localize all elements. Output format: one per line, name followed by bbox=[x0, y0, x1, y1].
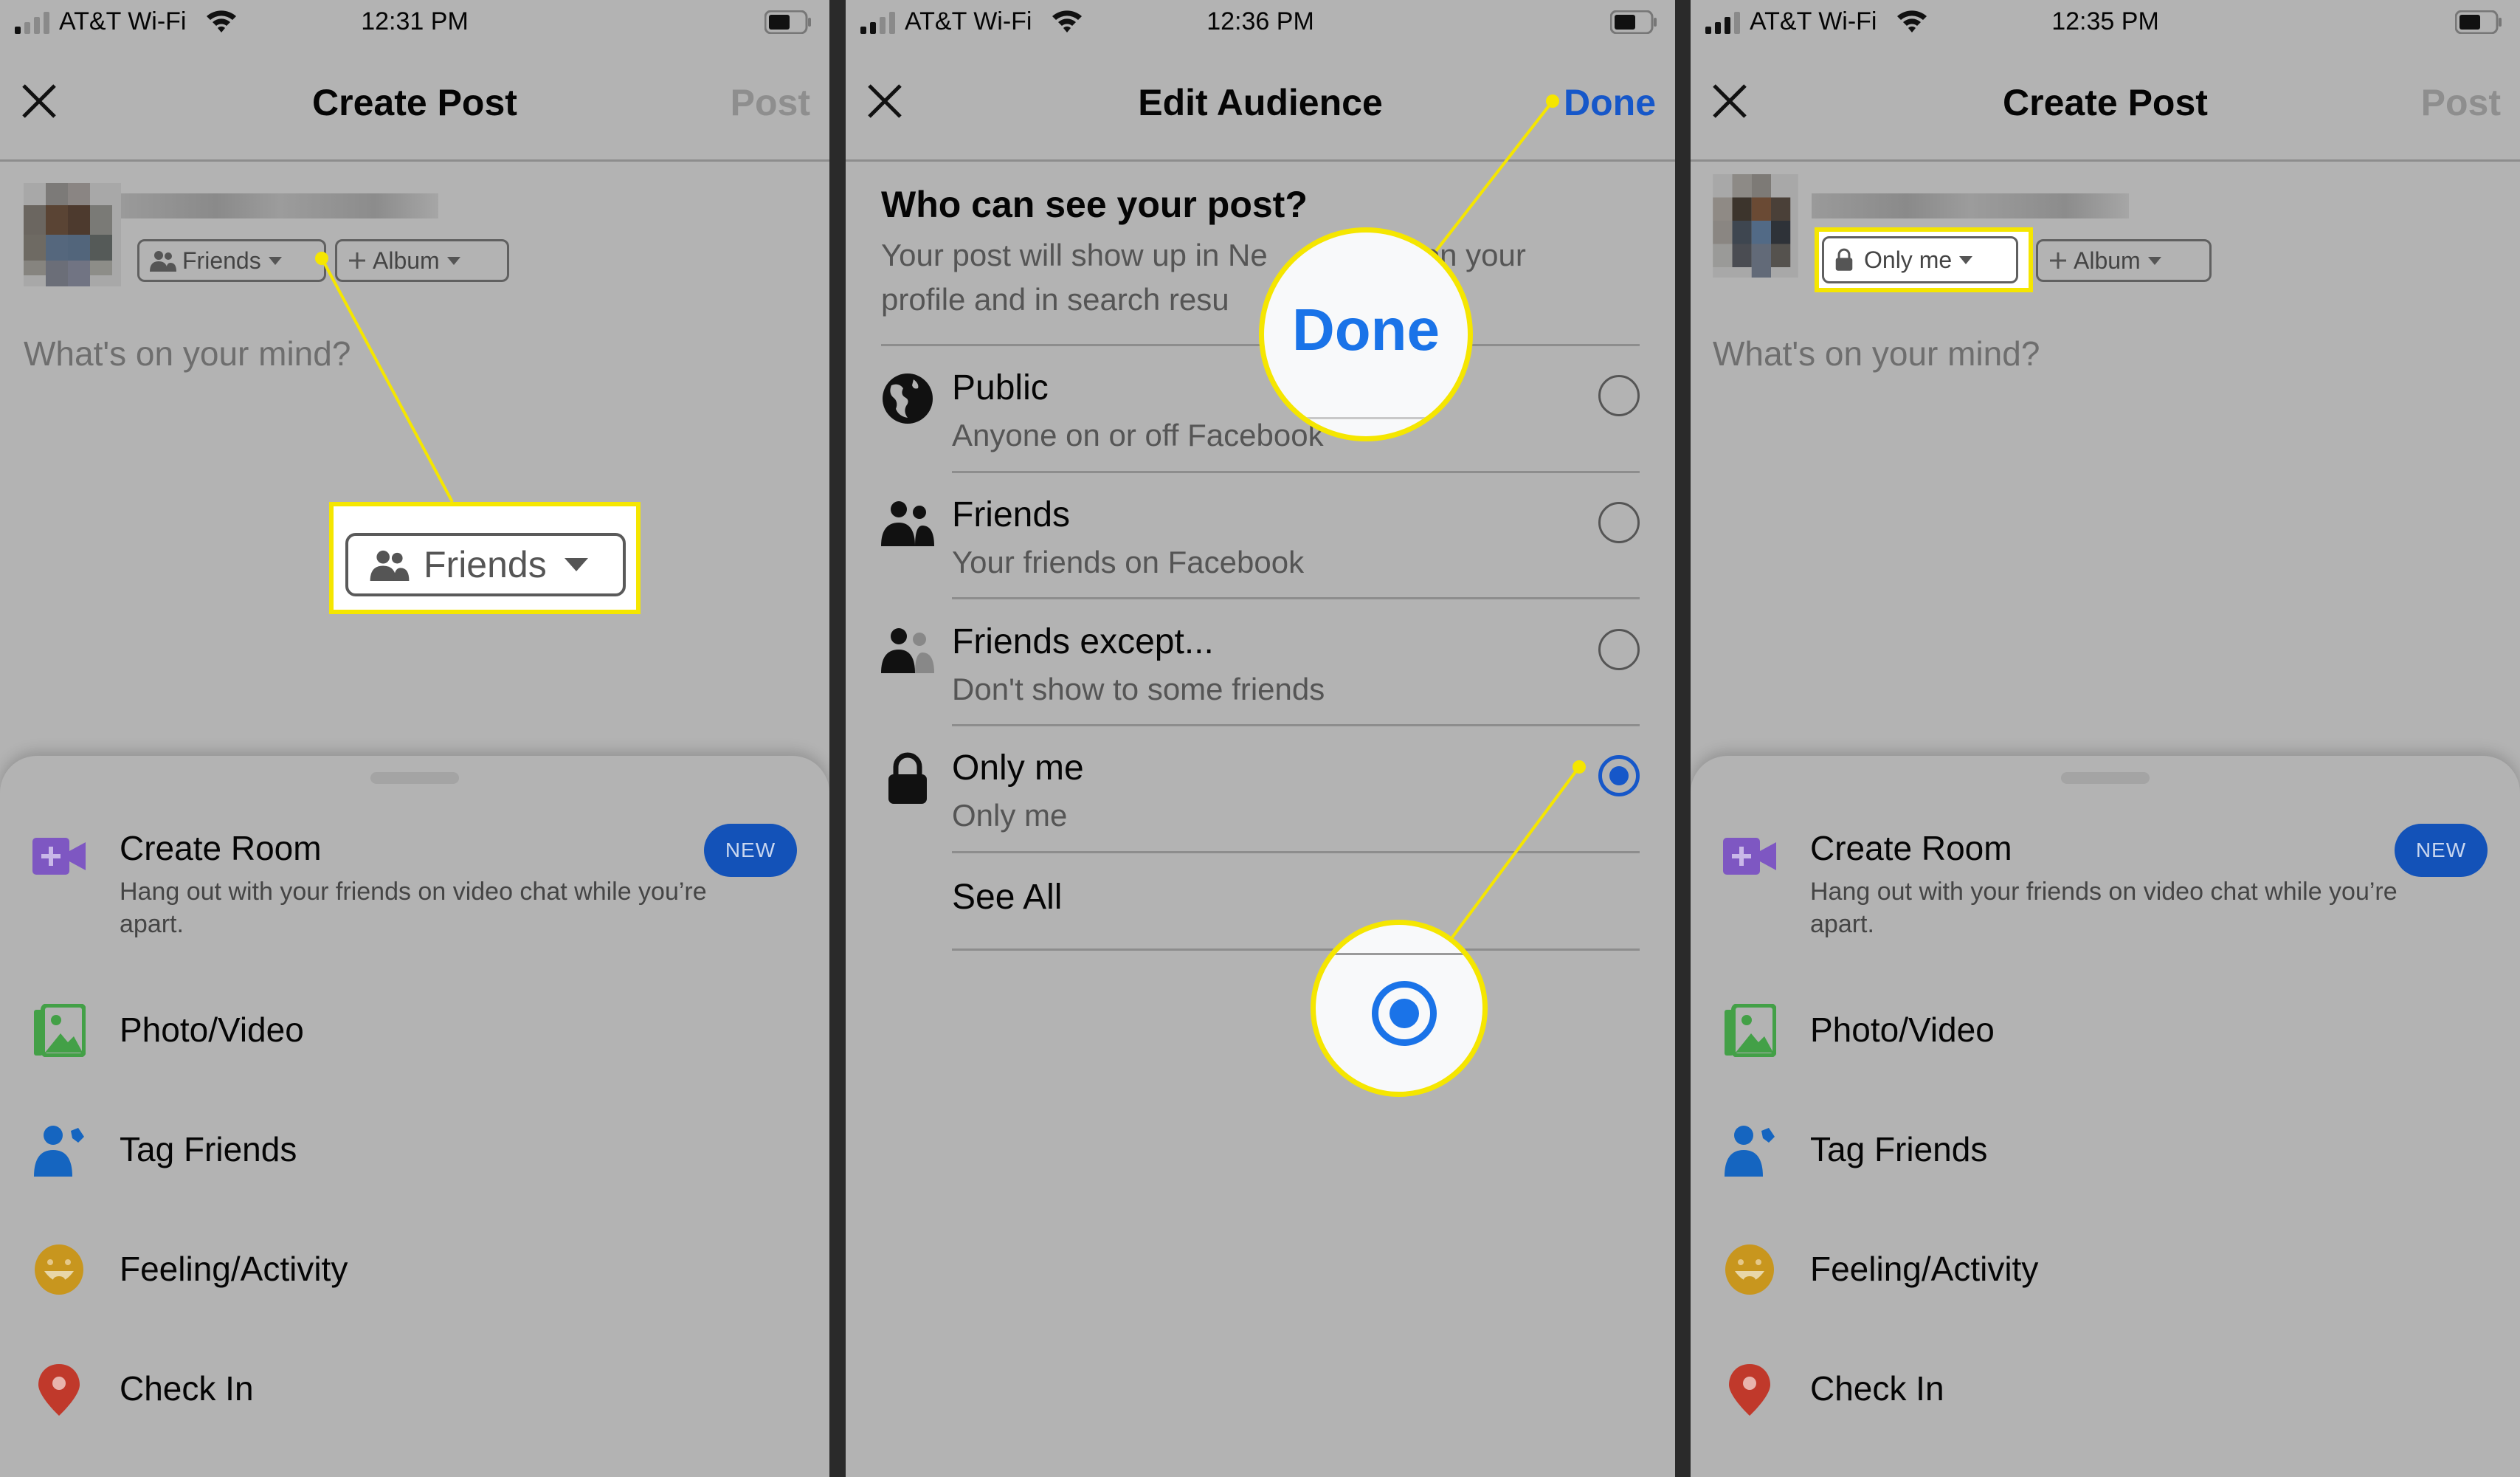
video-plus-icon bbox=[32, 838, 86, 875]
new-badge: NEW bbox=[2395, 824, 2488, 877]
user-name-blurred bbox=[1812, 193, 2129, 218]
photo-icon bbox=[34, 1004, 86, 1057]
nav-bar: Create Post Post bbox=[1691, 59, 2520, 162]
feeling-activity-label: Feeling/Activity bbox=[1810, 1250, 2039, 1288]
check-in-label: Check In bbox=[120, 1369, 254, 1408]
composer-actions-sheet: Create Room Hang out with your friends o… bbox=[0, 756, 829, 1477]
friends-callout-pill: Friends bbox=[345, 533, 626, 596]
check-in-label: Check In bbox=[1810, 1369, 1944, 1408]
create-room-subtitle: Hang out with your friends on video chat… bbox=[1810, 878, 2398, 938]
post-button[interactable]: Post bbox=[2421, 81, 2501, 124]
divider bbox=[1316, 953, 1482, 955]
panel-create-post-only-me: AT&T Wi-Fi 12:35 PM Create Post Post Onl… bbox=[1691, 0, 2520, 1477]
magnified-done-label: Done bbox=[1292, 297, 1440, 362]
done-magnifier: Done bbox=[1259, 227, 1473, 441]
feeling-activity-label: Feeling/Activity bbox=[120, 1250, 348, 1288]
sheet-item-check-in[interactable]: Check In bbox=[1691, 1363, 2520, 1444]
friends-icon bbox=[370, 550, 410, 581]
composer-actions-sheet: Create Room Hang out with your friends o… bbox=[1691, 756, 2520, 1477]
clock: 12:35 PM bbox=[2051, 7, 2159, 35]
divider bbox=[1294, 417, 1453, 419]
create-room-label: Create Room bbox=[120, 829, 322, 867]
sheet-item-feeling-activity[interactable]: Feeling/Activity bbox=[0, 1243, 829, 1324]
callout-connector bbox=[1435, 94, 1586, 939]
magnified-radio-selected bbox=[1372, 981, 1437, 1046]
location-pin-icon bbox=[38, 1364, 80, 1416]
status-bar: AT&T Wi-Fi 12:35 PM bbox=[1691, 0, 2520, 47]
sheet-item-create-room[interactable]: Create Room Hang out with your friends o… bbox=[1691, 822, 2520, 970]
panel-create-post-friends: AT&T Wi-Fi 12:31 PM Create Post Post Fri… bbox=[0, 0, 829, 1477]
album-selector[interactable]: Album bbox=[2036, 239, 2212, 282]
sheet-item-feeling-activity[interactable]: Feeling/Activity bbox=[1691, 1243, 2520, 1324]
sheet-item-tag-friends[interactable]: Tag Friends bbox=[1691, 1123, 2520, 1205]
sheet-item-create-room[interactable]: Create Room Hang out with your friends o… bbox=[0, 822, 829, 970]
album-label: Album bbox=[2074, 247, 2141, 274]
plus-icon bbox=[2050, 252, 2066, 269]
new-badge: NEW bbox=[704, 824, 797, 877]
friends-callout-highlight: Friends bbox=[329, 502, 641, 614]
sheet-grabber[interactable] bbox=[2061, 772, 2150, 784]
radio-magnifier bbox=[1311, 920, 1488, 1097]
tag-friends-icon bbox=[34, 1126, 84, 1177]
audience-label: Only me bbox=[1864, 246, 1953, 273]
photo-video-label: Photo/Video bbox=[120, 1011, 304, 1049]
audience-selector[interactable]: Only me bbox=[1822, 236, 2018, 283]
tag-friends-label: Tag Friends bbox=[120, 1130, 297, 1168]
avatar bbox=[1713, 174, 1798, 278]
caret-down-icon bbox=[2147, 256, 2161, 265]
callout-label: Friends bbox=[424, 544, 547, 585]
smiley-icon bbox=[35, 1244, 83, 1295]
sheet-item-photo-video[interactable]: Photo/Video bbox=[0, 1004, 829, 1085]
panel-edit-audience: AT&T Wi-Fi 12:36 PM Edit Audience Done W… bbox=[846, 0, 1675, 1477]
create-room-label: Create Room bbox=[1810, 829, 2012, 867]
tag-friends-label: Tag Friends bbox=[1810, 1130, 1988, 1168]
page-title: Create Post bbox=[2003, 82, 2208, 123]
photo-icon bbox=[1725, 1004, 1776, 1057]
location-pin-icon bbox=[1729, 1364, 1770, 1416]
caret-down-icon bbox=[564, 558, 588, 571]
caret-down-icon bbox=[1959, 255, 1973, 264]
sheet-item-tag-friends[interactable]: Tag Friends bbox=[0, 1123, 829, 1205]
video-plus-icon bbox=[1723, 838, 1776, 875]
sheet-grabber[interactable] bbox=[370, 772, 459, 784]
smiley-icon bbox=[1725, 1244, 1774, 1295]
photo-video-label: Photo/Video bbox=[1810, 1011, 1995, 1049]
post-input[interactable]: What's on your mind? bbox=[1713, 334, 2040, 373]
sheet-item-check-in[interactable]: Check In bbox=[0, 1363, 829, 1444]
tag-friends-icon bbox=[1725, 1126, 1775, 1177]
sheet-item-photo-video[interactable]: Photo/Video bbox=[1691, 1004, 2520, 1085]
callout-connector bbox=[315, 252, 454, 503]
lock-icon bbox=[1835, 248, 1853, 271]
battery-icon bbox=[2455, 10, 2502, 34]
create-room-subtitle: Hang out with your friends on video chat… bbox=[120, 878, 707, 938]
